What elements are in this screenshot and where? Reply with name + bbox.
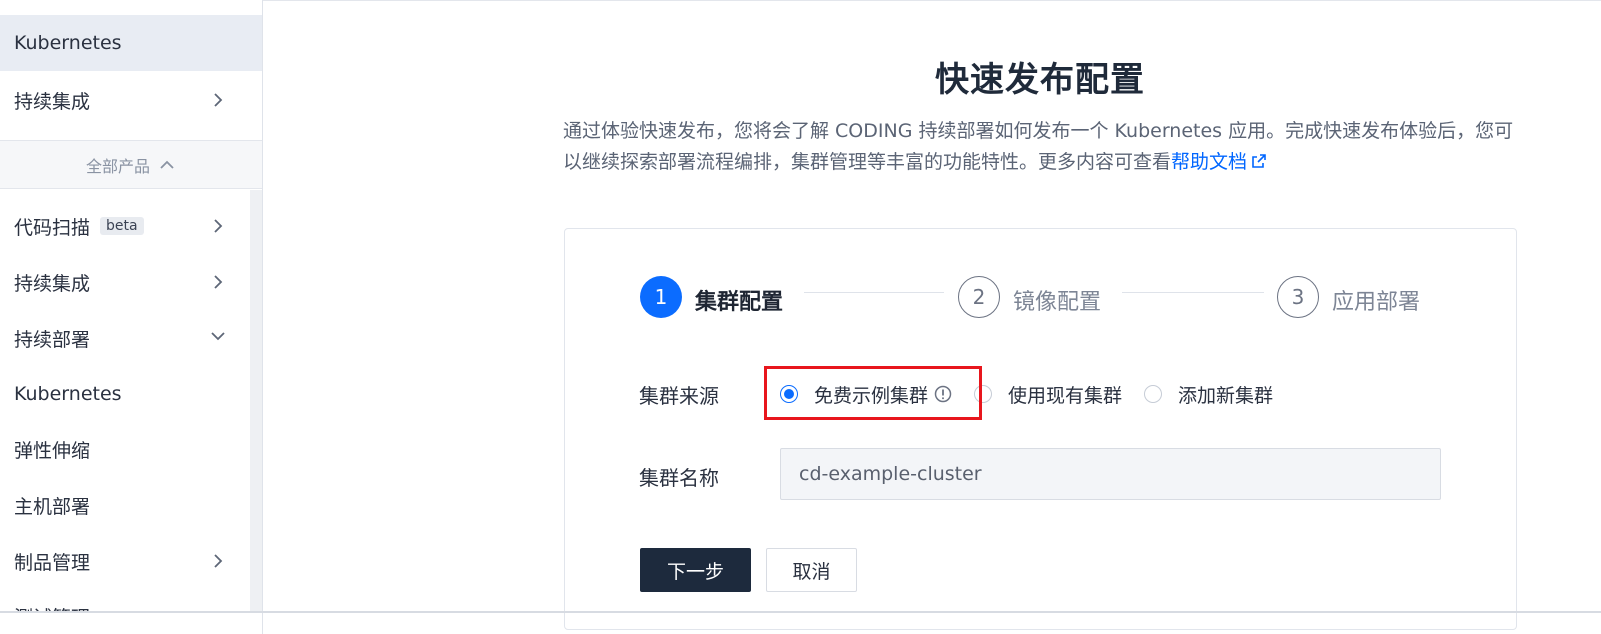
chevron-right-icon	[208, 216, 228, 236]
page-title: 快速发布配置	[935, 60, 1145, 100]
cluster-source-label: 集群来源	[639, 384, 719, 408]
step-connector	[1122, 292, 1264, 293]
sidebar-item-label: 制品管理	[14, 551, 91, 574]
sidebar-item-label: 主机部署	[14, 495, 91, 518]
page-description: 通过体验快速发布，您将会了解 CODING 持续部署如何发布一个 Kuberne…	[563, 116, 1523, 178]
chevron-down-icon	[208, 326, 228, 346]
sidebar-item-ci[interactable]: 持续集成	[0, 254, 262, 310]
sidebar-item-label: 持续集成	[14, 272, 91, 295]
radio-label: 使用现有集群	[1008, 384, 1123, 407]
step-2-label: 镜像配置	[1013, 290, 1102, 315]
bottom-divider	[0, 611, 1601, 613]
sidebar-item-kubernetes-top[interactable]: Kubernetes	[0, 15, 262, 71]
sidebar-item-autoscaling[interactable]: 弹性伸缩	[0, 421, 262, 477]
help-docs-link[interactable]: 帮助文档	[1171, 151, 1247, 173]
step-3-circle: 3	[1277, 276, 1319, 318]
cancel-button[interactable]: 取消	[766, 548, 857, 592]
sidebar-item-code-scan[interactable]: 代码扫描 beta	[0, 198, 262, 254]
chevron-right-icon	[208, 272, 228, 292]
step-3-label: 应用部署	[1332, 290, 1421, 315]
sidebar-item-cd[interactable]: 持续部署	[0, 310, 262, 366]
chevron-up-icon	[158, 156, 176, 174]
sidebar-scrollbar[interactable]	[250, 190, 262, 612]
sidebar-item-label: 代码扫描	[14, 216, 91, 239]
sidebar-item-label: Kubernetes	[14, 32, 122, 54]
next-step-button[interactable]: 下一步	[640, 548, 751, 592]
step-connector	[804, 292, 944, 293]
description-text: 通过体验快速发布，您将会了解 CODING 持续部署如何发布一个 Kuberne…	[563, 120, 1514, 173]
chevron-right-icon	[208, 90, 228, 110]
sidebar-item-artifacts[interactable]: 制品管理	[0, 533, 262, 589]
cluster-name-input[interactable]: cd-example-cluster	[780, 448, 1441, 500]
step-2-circle: 2	[958, 276, 1000, 318]
all-products-label: 全部产品	[85, 156, 150, 176]
sidebar-item-kubernetes[interactable]: Kubernetes	[0, 366, 262, 422]
sidebar-item-label: 测试管理	[14, 603, 90, 611]
highlight-box	[764, 366, 982, 420]
beta-badge: beta	[100, 217, 144, 235]
sidebar-item-ci-top[interactable]: 持续集成	[0, 72, 262, 128]
radio-label: 添加新集群	[1178, 384, 1274, 407]
sidebar-item-test-mgmt[interactable]: 测试管理	[0, 589, 262, 611]
radio-add-new-cluster[interactable]: 添加新集群	[1144, 381, 1273, 408]
external-link-icon[interactable]	[1251, 148, 1267, 168]
radio-existing-cluster[interactable]: 使用现有集群	[974, 381, 1122, 408]
radio-unselected-icon[interactable]	[1144, 385, 1163, 403]
sidebar-item-label: 持续集成	[14, 90, 91, 113]
sidebar-item-label: 持续部署	[14, 328, 91, 351]
all-products-toggle[interactable]: 全部产品	[0, 141, 262, 188]
chevron-right-icon	[208, 551, 228, 571]
sidebar-item-host-deploy[interactable]: 主机部署	[0, 477, 262, 533]
sidebar: Kubernetes 持续集成 全部产品 代码扫描 beta 持续集成 持续部署…	[0, 0, 263, 634]
step-1-label: 集群配置	[695, 290, 784, 315]
cluster-name-label: 集群名称	[639, 466, 719, 490]
sidebar-item-label: Kubernetes	[14, 383, 122, 405]
sidebar-item-label: 弹性伸缩	[14, 439, 91, 462]
step-1-circle: 1	[640, 276, 682, 318]
